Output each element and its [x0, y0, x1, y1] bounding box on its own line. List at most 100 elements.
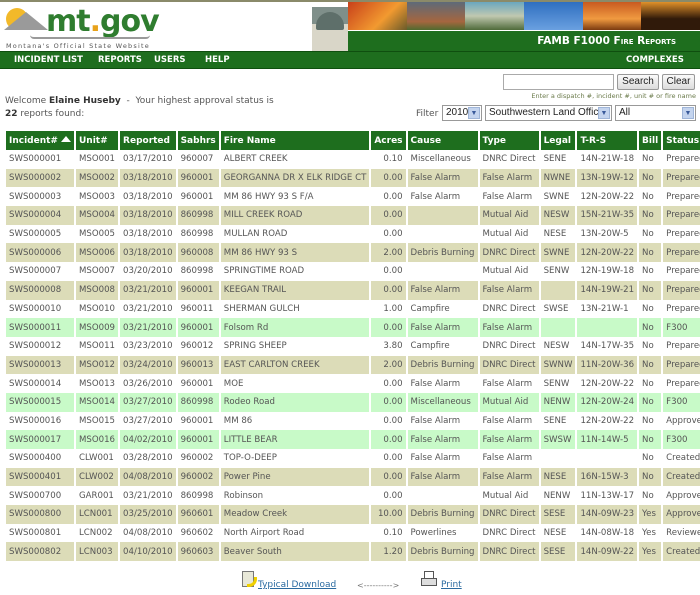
- nav-complexes[interactable]: COMPLEXES: [626, 52, 684, 69]
- cell-incident[interactable]: SWS000011: [6, 318, 74, 337]
- cell-fire-name: SPRING SHEEP: [220, 336, 370, 356]
- cell-incident[interactable]: SWS000800: [6, 505, 74, 524]
- cell-legal: SWNE: [540, 187, 576, 207]
- year-select[interactable]: 2010 ▼: [442, 105, 482, 121]
- cell-incident[interactable]: SWS000801: [6, 523, 74, 543]
- cell-unit: MSO007: [75, 262, 119, 281]
- search-button[interactable]: Search: [617, 74, 659, 90]
- cell-type: DNRC Direct: [479, 243, 539, 263]
- table-row[interactable]: SWS000010 MSO010 03/21/2010 960011 SHERMAN G…: [6, 299, 700, 319]
- table-row[interactable]: SWS000002 MSO002 03/18/2010 960001 GEORGANNA…: [6, 168, 700, 188]
- cell-acres: 0.00: [371, 224, 406, 244]
- welcome-prefix: Welcome: [5, 96, 50, 106]
- cell-fire-name: TOP-O-DEEP: [220, 449, 370, 468]
- col-unit[interactable]: Unit#: [75, 131, 119, 150]
- table-row[interactable]: SWS000016 MSO015 03/27/2010 960001 MM 86 0.00…: [6, 411, 700, 431]
- col-status[interactable]: Status: [663, 131, 700, 150]
- table-row[interactable]: SWS000801 LCN002 04/08/2010 960602 North Air…: [6, 523, 700, 543]
- col-acres[interactable]: Acres: [371, 131, 406, 150]
- download-arrow-icon: [247, 577, 257, 587]
- cell-incident[interactable]: SWS000014: [6, 374, 74, 393]
- nav-help[interactable]: HELP: [205, 52, 230, 69]
- mountain-icon: [4, 12, 48, 30]
- report-count: 22 reports found:: [5, 109, 84, 119]
- cell-incident[interactable]: SWS000003: [6, 187, 74, 207]
- table-row[interactable]: SWS000011 MSO009 03/21/2010 960001 Folsom Rd…: [6, 318, 700, 337]
- cell-incident[interactable]: SWS000012: [6, 336, 74, 356]
- cell-trs: 14N-09W-22: [577, 542, 638, 562]
- table-row[interactable]: SWS000007 MSO007 03/20/2010 860998 SPRINGTIM…: [6, 262, 700, 281]
- status-select[interactable]: All ▼: [615, 105, 696, 121]
- cell-status: Created: [663, 542, 700, 562]
- table-row[interactable]: SWS000003 MSO003 03/18/2010 960001 MM 86 HWY…: [6, 187, 700, 207]
- table-row[interactable]: SWS000014 MSO013 03/26/2010 960001 MOE 0.00 Fa…: [6, 374, 700, 393]
- print-link[interactable]: Print: [441, 580, 462, 590]
- cell-incident[interactable]: SWS000401: [6, 467, 74, 487]
- table-row[interactable]: SWS000008 MSO008 03/21/2010 960001 KEEGAN TR…: [6, 280, 700, 300]
- cell-status: Prepared: [663, 262, 700, 281]
- cell-incident[interactable]: SWS000008: [6, 280, 74, 300]
- cell-incident[interactable]: SWS000802: [6, 542, 74, 562]
- table-row[interactable]: SWS000802 LCN003 04/10/2010 960603 Beaver So…: [6, 542, 700, 562]
- table-row[interactable]: SWS000017 MSO016 04/02/2010 960001 LITTLE BE…: [6, 430, 700, 449]
- cell-trs: 12N-20W-22: [577, 411, 638, 431]
- cell-incident[interactable]: SWS000013: [6, 355, 74, 375]
- table-row[interactable]: SWS000401 CLW002 04/08/2010 960002 Power Pin…: [6, 467, 700, 487]
- table-row[interactable]: SWS000001 MSO001 03/17/2010 960007 ALBERT CR…: [6, 150, 700, 169]
- table-row[interactable]: SWS000700 GAR001 03/21/2010 860998 Robinson 0…: [6, 486, 700, 506]
- cell-incident[interactable]: SWS000006: [6, 243, 74, 263]
- cell-acres: 0.00: [371, 411, 406, 431]
- cell-acres: 2.00: [371, 243, 406, 263]
- table-row[interactable]: SWS000400 CLW001 03/28/2010 960002 TOP-O-DEE…: [6, 449, 700, 468]
- cell-incident[interactable]: SWS000004: [6, 206, 74, 225]
- cell-incident[interactable]: SWS000700: [6, 486, 74, 506]
- col-fire-name[interactable]: Fire Name: [220, 131, 370, 150]
- table-row[interactable]: SWS000012 MSO011 03/23/2010 960012 SPRING SH…: [6, 336, 700, 356]
- col-sabhrs[interactable]: Sabhrs: [177, 131, 219, 150]
- office-select[interactable]: Southwestern Land Office ▼: [485, 105, 612, 121]
- table-row[interactable]: SWS000015 MSO014 03/27/2010 860998 Rodeo Roa…: [6, 392, 700, 412]
- table-row[interactable]: SWS000013 MSO012 03/24/2010 960013 EAST CARL…: [6, 355, 700, 375]
- cell-unit: MSO012: [75, 355, 119, 375]
- printer-icon[interactable]: [421, 571, 437, 586]
- cell-incident[interactable]: SWS000016: [6, 411, 74, 431]
- col-bill[interactable]: Bill: [639, 131, 662, 150]
- logo-wordmark: mt.gov: [46, 4, 160, 39]
- cell-legal: NESW: [540, 336, 576, 356]
- table-row[interactable]: SWS000005 MSO005 03/18/2010 860998 MULLAN RO…: [6, 224, 700, 244]
- col-legal[interactable]: Legal: [540, 131, 576, 150]
- cell-incident[interactable]: SWS000001: [6, 150, 74, 169]
- cell-type: False Alarm: [479, 467, 539, 487]
- nav-incident-list[interactable]: INCIDENT LIST: [14, 52, 83, 69]
- table-row[interactable]: SWS000006 MSO006 03/18/2010 960008 MM 86 HWY…: [6, 243, 700, 263]
- col-cause[interactable]: Cause: [407, 131, 478, 150]
- typical-download-link[interactable]: Typical Download: [258, 580, 336, 590]
- col-trs[interactable]: T-R-S: [577, 131, 638, 150]
- cell-sabhrs: 960001: [177, 374, 219, 393]
- cell-incident[interactable]: SWS000015: [6, 392, 74, 412]
- col-reported[interactable]: Reported: [120, 131, 176, 150]
- cell-incident[interactable]: SWS000400: [6, 449, 74, 468]
- cell-incident[interactable]: SWS000010: [6, 299, 74, 319]
- logo-mt: mt: [46, 4, 91, 39]
- col-type[interactable]: Type: [479, 131, 539, 150]
- cell-cause: False Alarm: [407, 467, 478, 487]
- clear-button[interactable]: Clear: [662, 74, 695, 90]
- main-nav: INCIDENT LIST REPORTS USERS HELP COMPLEX…: [0, 51, 700, 69]
- cell-incident[interactable]: SWS000002: [6, 168, 74, 188]
- search-input[interactable]: [503, 74, 614, 90]
- cell-fire-name: Beaver South: [220, 542, 370, 562]
- cell-incident[interactable]: SWS000005: [6, 224, 74, 244]
- mtgov-logo[interactable]: mt.gov Montana's Official State Website: [0, 2, 310, 50]
- nav-users[interactable]: USERS: [154, 52, 186, 69]
- cell-acres: 0.00: [371, 374, 406, 393]
- nav-reports[interactable]: REPORTS: [98, 52, 142, 69]
- table-row[interactable]: SWS000004 MSO004 03/18/2010 860998 MILL CREE…: [6, 206, 700, 225]
- cell-incident[interactable]: SWS000017: [6, 430, 74, 449]
- cell-trs: 12N-20W-22: [577, 187, 638, 207]
- col-incident[interactable]: Incident#: [6, 131, 74, 150]
- table-row[interactable]: SWS000800 LCN001 03/25/2010 960601 Meadow Cr…: [6, 505, 700, 524]
- cell-cause: Miscellaneous: [407, 392, 478, 412]
- table-body: SWS000001 MSO001 03/17/2010 960007 ALBERT CR…: [6, 150, 700, 562]
- cell-incident[interactable]: SWS000007: [6, 262, 74, 281]
